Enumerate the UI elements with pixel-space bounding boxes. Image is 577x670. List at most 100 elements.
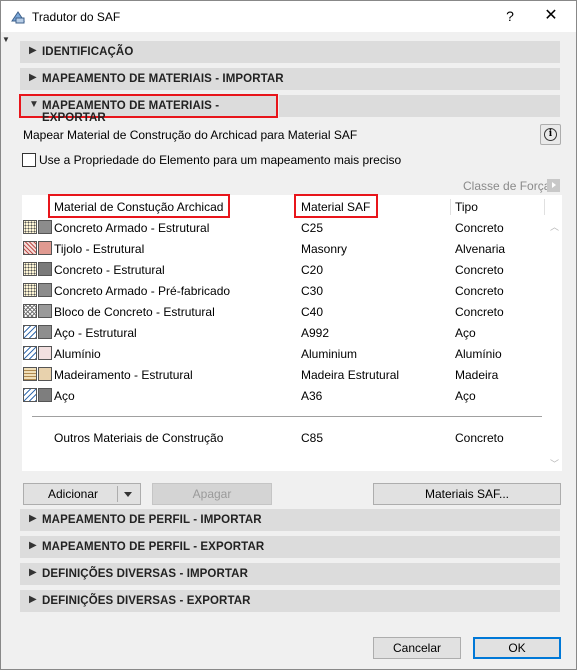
column-divider[interactable] <box>450 199 451 215</box>
archicad-material-cell: Aço - Estrutural <box>54 326 137 340</box>
hatch-pattern-icon <box>23 220 37 234</box>
table-row[interactable]: Aço - Estrutural A992 Aço <box>22 322 547 343</box>
cancel-button[interactable]: Cancelar <box>373 637 461 659</box>
type-cell: Concreto <box>455 305 504 319</box>
table-separator <box>32 416 542 417</box>
material-color-swatch <box>38 262 52 276</box>
help-icon[interactable]: ? <box>498 5 522 27</box>
hatch-pattern-icon <box>23 283 37 297</box>
section-materials-export[interactable]: ▼ MAPEAMENTO DE MATERIAIS - EXPORTAR <box>19 94 278 124</box>
chevron-right-icon: ▶ <box>29 513 37 524</box>
column-header-label: Material SAF <box>301 200 371 214</box>
archicad-material-cell: Concreto Armado - Estrutural <box>54 221 210 235</box>
delete-button[interactable]: Apagar <box>152 483 272 505</box>
section-misc-export[interactable]: ▶ DEFINIÇÕES DIVERSAS - EXPORTAR <box>20 590 560 612</box>
column-header-saf[interactable]: Material SAF <box>294 194 378 218</box>
saf-material-cell: Aluminium <box>301 347 358 361</box>
info-button[interactable]: i <box>540 124 561 145</box>
table-row[interactable]: Concreto Armado - Pré-fabricado C30 Concre… <box>22 280 547 301</box>
hatch-pattern-icon <box>23 241 37 255</box>
mapping-description: Mapear Material de Construção do Archica… <box>23 128 358 142</box>
chevron-right-icon: ▶ <box>29 45 37 56</box>
chevron-right-icon: ▶ <box>29 567 37 578</box>
saf-material-cell: C30 <box>301 284 324 298</box>
add-dropdown-button[interactable]: Adicionar <box>23 483 141 505</box>
archicad-material-cell: Concreto Armado - Pré-fabricado <box>54 284 231 298</box>
section-label: MAPEAMENTO DE PERFIL - EXPORTAR <box>42 541 265 553</box>
column-header-archicad[interactable]: Material de Constução Archicad <box>48 194 230 218</box>
type-cell: Aço <box>455 389 476 403</box>
type-cell: Alumínio <box>455 347 502 361</box>
saf-material-cell: C85 <box>301 431 324 445</box>
section-label: MAPEAMENTO DE MATERIAIS - IMPORTAR <box>42 73 284 85</box>
section-label: IDENTIFICAÇÃO <box>42 46 134 58</box>
chevron-down-icon[interactable] <box>124 492 132 497</box>
material-color-swatch <box>38 220 52 234</box>
hatch-pattern-icon <box>23 388 37 402</box>
section-profile-import[interactable]: ▶ MAPEAMENTO DE PERFIL - IMPORTAR <box>20 509 560 531</box>
close-icon[interactable]: ✕ <box>539 5 563 27</box>
table-scrollbar[interactable]: ︿ ﹀ <box>547 195 562 471</box>
table-row[interactable]: Concreto - Estrutural C20 Concreto <box>22 259 547 280</box>
type-cell: Madeira <box>455 368 499 382</box>
saf-material-cell: C20 <box>301 263 324 277</box>
archicad-material-cell: Concreto - Estrutural <box>54 263 165 277</box>
ok-button[interactable]: OK <box>473 637 561 659</box>
hatch-pattern-icon <box>23 262 37 276</box>
saf-material-cell: C25 <box>301 221 324 235</box>
material-color-swatch <box>38 283 52 297</box>
scroll-up-icon[interactable]: ︿ <box>550 220 559 233</box>
type-cell: Aço <box>455 326 476 340</box>
section-label: MAPEAMENTO DE MATERIAIS - EXPORTAR <box>42 100 220 124</box>
section-misc-import[interactable]: ▶ DEFINIÇÕES DIVERSAS - IMPORTAR <box>20 563 560 585</box>
force-class-label: Classe de Força <box>463 179 551 193</box>
table-row[interactable]: Alumínio Aluminium Alumínio <box>22 343 547 364</box>
material-color-swatch <box>38 367 52 381</box>
window-title: Tradutor do SAF <box>32 10 121 24</box>
chevron-right-icon: ▶ <box>29 72 37 83</box>
table-row[interactable]: Tijolo - Estrutural Masonry Alvenaria <box>22 238 547 259</box>
type-cell: Concreto <box>455 221 504 235</box>
scroll-down-icon[interactable]: ﹀ <box>550 457 559 470</box>
chevron-right-icon: ▶ <box>29 594 37 605</box>
material-color-swatch <box>38 325 52 339</box>
hatch-pattern-icon <box>23 367 37 381</box>
saf-material-cell: C40 <box>301 305 324 319</box>
type-cell: Concreto <box>455 263 504 277</box>
material-color-swatch <box>38 241 52 255</box>
table-row[interactable]: Bloco de Concreto - Estrutural C40 Concret… <box>22 301 547 322</box>
split-divider <box>117 486 118 502</box>
saf-material-cell: Masonry <box>301 242 348 256</box>
type-cell: Concreto <box>455 284 504 298</box>
hatch-pattern-icon <box>23 304 37 318</box>
section-header-filler <box>279 95 560 117</box>
column-header-type[interactable]: Tipo <box>455 200 478 214</box>
checkbox-label: Use a Propriedade do Elemento para um ma… <box>39 153 402 167</box>
saf-material-cell: Madeira Estrutural <box>301 368 400 382</box>
add-button-label: Adicionar <box>48 487 99 501</box>
table-row[interactable]: Concreto Armado - Estrutural C25 Concreto <box>22 217 547 238</box>
table-row[interactable]: Madeiramento - Estrutural Madeira Estrutu… <box>22 364 547 385</box>
element-property-checkbox[interactable] <box>22 153 36 167</box>
chevron-right-icon: ▶ <box>29 540 37 551</box>
section-profile-export[interactable]: ▶ MAPEAMENTO DE PERFIL - EXPORTAR <box>20 536 560 558</box>
materials-table: Material de Constução Archicad Material … <box>22 194 562 471</box>
saf-materials-button[interactable]: Materiais SAF... <box>373 483 561 505</box>
column-divider[interactable] <box>544 199 545 215</box>
material-color-swatch <box>38 388 52 402</box>
info-icon: i <box>544 128 557 141</box>
type-cell: Alvenaria <box>455 242 506 256</box>
table-row-other[interactable]: Outros Materiais de Construção C85 Concr… <box>22 427 547 448</box>
section-identificacao[interactable]: ▶ IDENTIFICAÇÃO <box>20 41 560 63</box>
archicad-material-cell: Outros Materiais de Construção <box>54 431 224 445</box>
force-class-button[interactable] <box>547 179 560 192</box>
hatch-pattern-icon <box>23 325 37 339</box>
table-row[interactable]: Aço A36 Aço <box>22 385 547 406</box>
archicad-material-cell: Tijolo - Estrutural <box>54 242 145 256</box>
app-icon <box>10 9 26 25</box>
archicad-material-cell: Alumínio <box>54 347 101 361</box>
archicad-material-cell: Bloco de Concreto - Estrutural <box>54 305 215 319</box>
section-label: MAPEAMENTO DE PERFIL - IMPORTAR <box>42 514 262 526</box>
section-materials-import[interactable]: ▶ MAPEAMENTO DE MATERIAIS - IMPORTAR <box>20 68 560 90</box>
material-color-swatch <box>38 346 52 360</box>
